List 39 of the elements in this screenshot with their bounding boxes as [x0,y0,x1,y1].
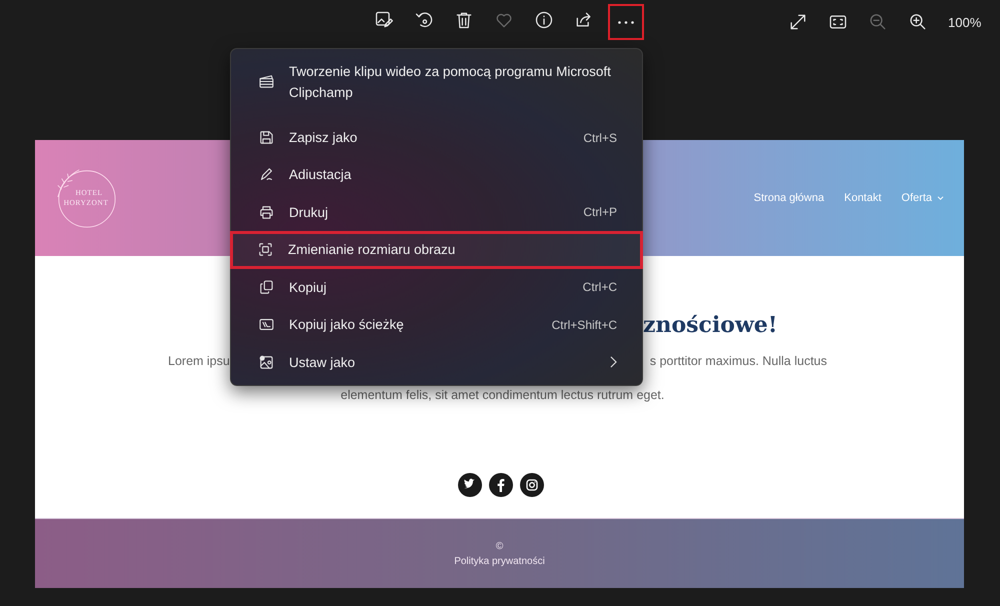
menu-item[interactable]: Ustaw jako [231,344,642,381]
facebook-icon[interactable] [488,473,512,497]
save-icon [258,129,275,146]
zoom-level[interactable]: 100% [948,14,982,30]
resize-icon [257,241,274,258]
privacy-link[interactable]: Polityka prywatności [454,556,545,566]
body-text: elementum felis, sit amet condimentum lectus rutrum eget. [340,388,664,402]
copy-icon [258,278,275,296]
chevron-down-icon [937,196,944,200]
menu-item[interactable]: Tworzenie klipu wideo za pomocą programu Microsoft Clipchamp [231,53,642,111]
print-icon [258,204,275,221]
info-icon [534,10,554,30]
more-icon [618,20,634,24]
image-edit-icon [374,10,394,30]
copyright-text: © [496,540,504,552]
twitter-icon[interactable] [458,473,482,497]
menu-item[interactable]: Kopiuj Ctrl+C [231,268,642,306]
body-text: Lorem ipsu [168,354,230,368]
menu-item[interactable]: Adiustacja [231,156,642,194]
zoom-in-icon [908,12,928,32]
menu-item[interactable]: Kopiuj jako ścieżkę Ctrl+Shift+C [231,306,642,344]
shortcut-text: Ctrl+C [582,280,617,294]
page-heading: znościowe! [643,312,778,338]
body-text: s porttitor maximus. Nulla luctus [650,354,827,368]
shortcut-text: Ctrl+Shift+C [552,318,617,332]
rotate-icon [414,10,434,30]
menu-item[interactable]: Zapisz jako Ctrl+S [231,118,642,156]
menu-item[interactable]: Zmienianie rozmiaru obrazu [230,231,643,269]
shortcut-text: Ctrl+P [583,205,617,220]
clapperboard-icon [258,73,275,90]
chevron-right-icon [610,356,617,368]
delete-icon [454,10,474,30]
image-icon [258,354,275,371]
menu-item[interactable]: Drukuj Ctrl+P [231,194,642,232]
more-button[interactable] [608,4,644,40]
expand-icon [788,12,808,32]
shortcut-text: Ctrl+S [583,130,617,145]
zoom-out-icon [868,12,888,32]
instagram-icon[interactable] [520,473,544,497]
